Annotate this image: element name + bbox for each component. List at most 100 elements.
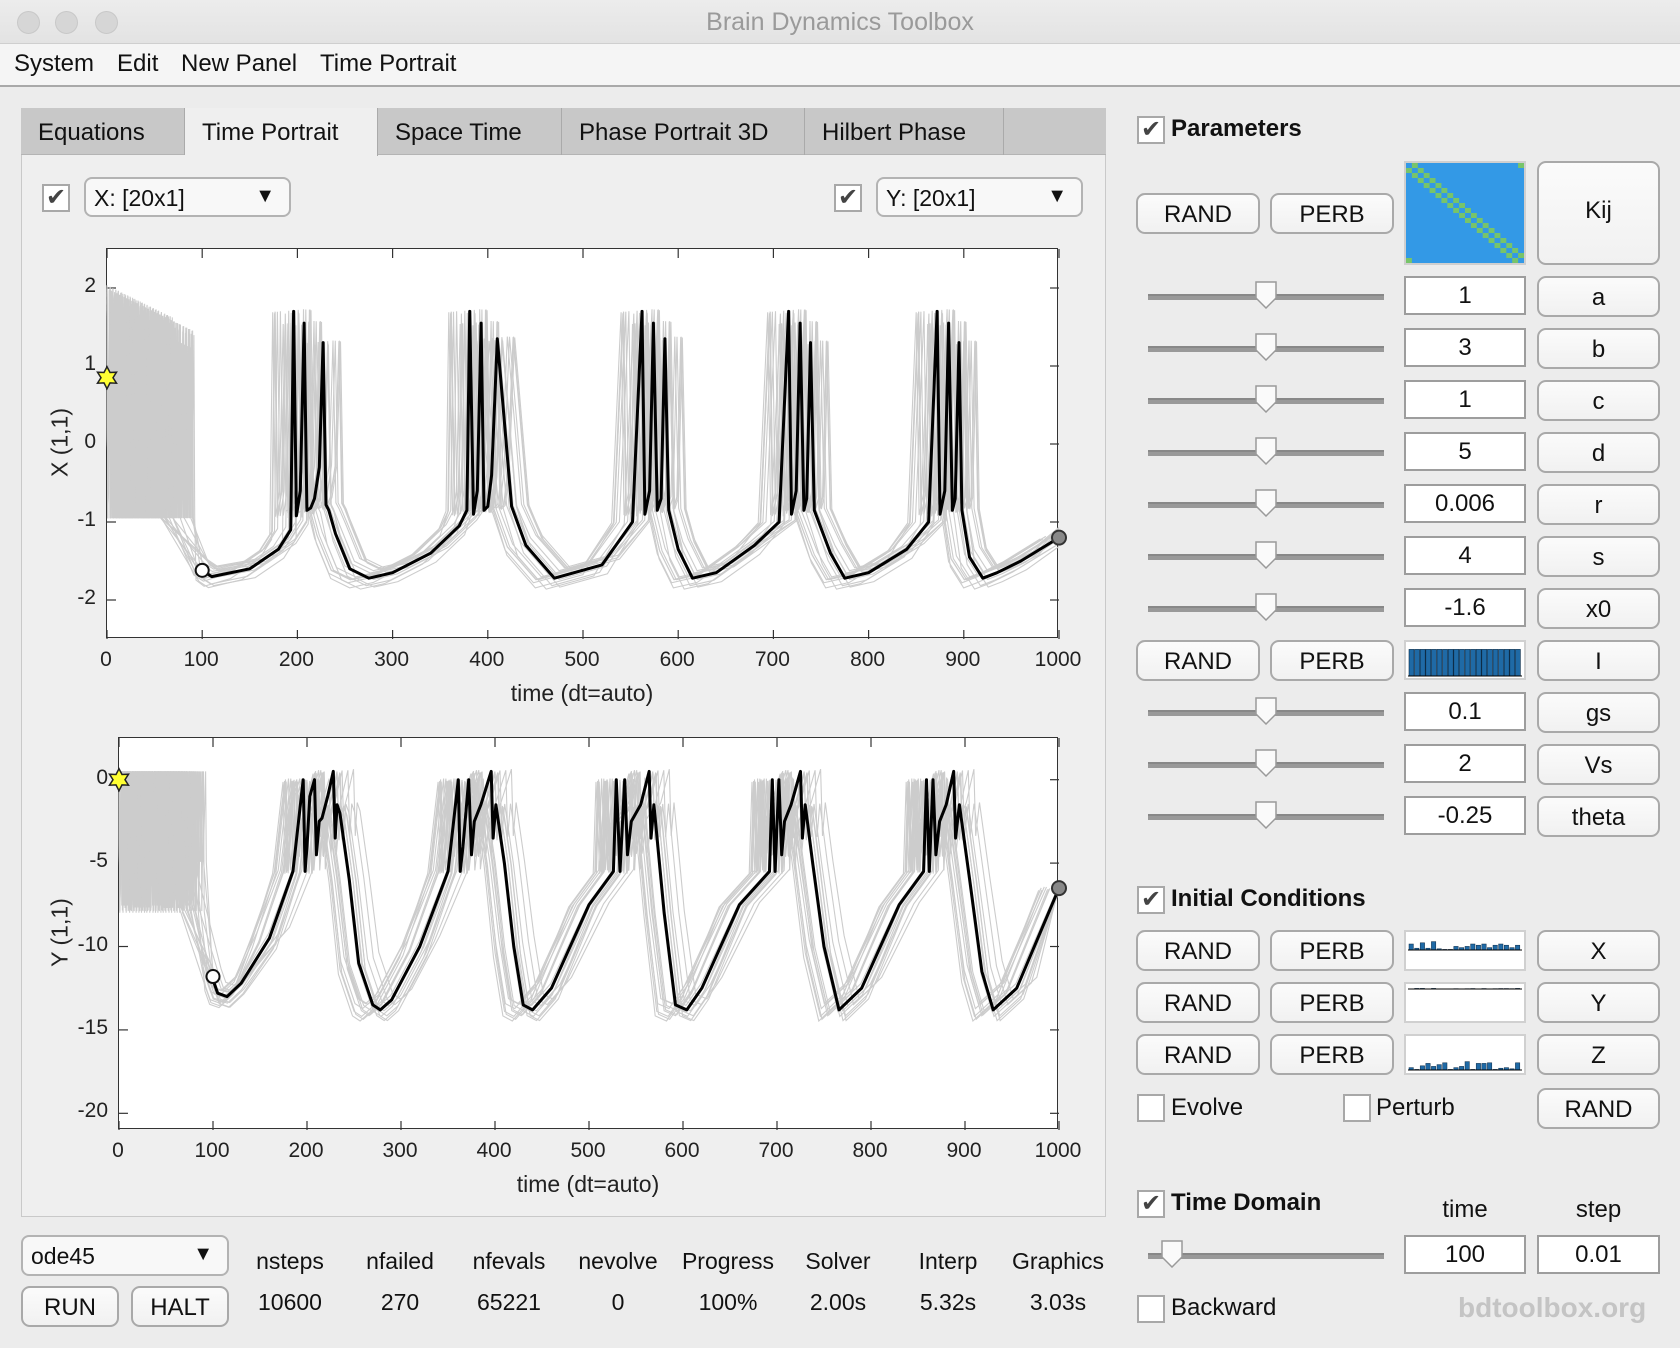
ensemble-traces <box>118 769 1060 1023</box>
initial-conditions-checkbox[interactable] <box>1137 885 1165 914</box>
solver-select[interactable]: ode45 ▼ <box>21 1235 229 1276</box>
kij-cell <box>1423 173 1430 178</box>
i-rand-button[interactable]: RAND <box>1136 640 1260 681</box>
slider-thumb[interactable] <box>1255 385 1277 414</box>
menu-new-panel[interactable]: New Panel <box>181 50 297 78</box>
kij-button[interactable]: Kij <box>1537 161 1660 265</box>
slider-thumb[interactable] <box>1255 697 1277 726</box>
kij-cell <box>1465 208 1471 213</box>
tab-time-portrait[interactable]: Time Portrait <box>185 108 378 156</box>
param-button-b[interactable]: b <box>1537 328 1660 369</box>
param-button-I[interactable]: I <box>1537 640 1660 681</box>
slider-thumb[interactable] <box>1160 1240 1183 1269</box>
param-button-d[interactable]: d <box>1537 432 1660 473</box>
step-field[interactable]: 0.01 <box>1537 1235 1660 1274</box>
slider-a[interactable] <box>1148 276 1384 316</box>
ic-preview-X[interactable] <box>1404 930 1526 971</box>
param-field-Vs[interactable]: 2 <box>1404 744 1526 783</box>
menu-system[interactable]: System <box>14 50 94 78</box>
ic-rand-button-Z[interactable]: RAND <box>1136 1034 1260 1075</box>
perturb-checkbox[interactable] <box>1343 1094 1371 1122</box>
i-bar <box>1498 649 1504 677</box>
slider-gs[interactable] <box>1148 692 1384 732</box>
kij-matrix-preview[interactable] <box>1404 161 1526 265</box>
slider-thumb[interactable] <box>1255 489 1277 518</box>
slider-theta[interactable] <box>1148 796 1384 836</box>
x-plot-checkbox[interactable] <box>42 183 70 212</box>
ic-preview-Z[interactable] <box>1404 1034 1526 1075</box>
time-domain-checkbox[interactable] <box>1137 1189 1165 1218</box>
param-button-theta[interactable]: theta <box>1537 796 1660 837</box>
param-button-c[interactable]: c <box>1537 380 1660 421</box>
plot-area[interactable] <box>96 248 1067 639</box>
tab-hilbert-phase[interactable]: Hilbert Phase <box>805 108 1004 155</box>
backward-checkbox[interactable] <box>1137 1295 1165 1323</box>
slider-d[interactable] <box>1148 432 1384 472</box>
ic-rand-button-X[interactable]: RAND <box>1136 930 1260 971</box>
menu-edit[interactable]: Edit <box>117 50 158 78</box>
param-field-c[interactable]: 1 <box>1404 380 1526 419</box>
stat-value-interp: 5.32s <box>919 1289 977 1315</box>
y-variable-select[interactable]: Y: [20x1] ▼ <box>876 177 1083 217</box>
ic-perb-button-Z[interactable]: PERB <box>1270 1034 1394 1075</box>
slider-r[interactable] <box>1148 484 1384 524</box>
slider-Vs[interactable] <box>1148 744 1384 784</box>
param-field-d[interactable]: 5 <box>1404 432 1526 471</box>
slider-thumb[interactable] <box>1255 541 1277 570</box>
param-field-gs[interactable]: 0.1 <box>1404 692 1526 731</box>
slider-thumb[interactable] <box>1255 437 1277 466</box>
param-field-b[interactable]: 3 <box>1404 328 1526 367</box>
time-slider[interactable] <box>1148 1235 1384 1275</box>
param-field-s[interactable]: 4 <box>1404 536 1526 575</box>
kij-rand-button[interactable]: RAND <box>1136 193 1260 234</box>
ic-button-Z[interactable]: Z <box>1537 1034 1660 1075</box>
y-plot-checkbox[interactable] <box>834 183 862 212</box>
halt-button[interactable]: HALT <box>131 1286 229 1327</box>
ic-perb-button-X[interactable]: PERB <box>1270 930 1394 971</box>
slider-thumb[interactable] <box>1255 281 1277 310</box>
param-button-a[interactable]: a <box>1537 276 1660 317</box>
param-button-s[interactable]: s <box>1537 536 1660 577</box>
plot-area[interactable] <box>108 737 1067 1130</box>
slider-thumb[interactable] <box>1255 801 1277 830</box>
i-vector-preview[interactable] <box>1404 640 1526 680</box>
menu-time-portrait[interactable]: Time Portrait <box>320 50 456 78</box>
slider-thumb[interactable] <box>1255 333 1277 362</box>
x-variable-select[interactable]: X: [20x1] ▼ <box>84 177 291 217</box>
param-field-a[interactable]: 1 <box>1404 276 1526 315</box>
kij-cell <box>1488 228 1495 233</box>
slider-b[interactable] <box>1148 328 1384 368</box>
tab-phase-portrait-3d[interactable]: Phase Portrait 3D <box>562 108 805 155</box>
tab-equations[interactable]: Equations <box>21 108 185 155</box>
evolve-checkbox[interactable] <box>1137 1094 1165 1122</box>
ic-bar <box>1459 1066 1465 1071</box>
ic-button-Y[interactable]: Y <box>1537 982 1660 1023</box>
ic-rand-all-button[interactable]: RAND <box>1537 1088 1660 1129</box>
ic-perb-button-Y[interactable]: PERB <box>1270 982 1394 1023</box>
param-button-x0[interactable]: x0 <box>1537 588 1660 629</box>
i-perb-button[interactable]: PERB <box>1270 640 1394 681</box>
kij-cell <box>1441 188 1448 193</box>
param-field-x0[interactable]: -1.6 <box>1404 588 1526 627</box>
ic-preview-Y[interactable] <box>1404 982 1526 1023</box>
time-field[interactable]: 100 <box>1404 1235 1526 1274</box>
param-field-theta[interactable]: -0.25 <box>1404 796 1526 835</box>
slider-s[interactable] <box>1148 536 1384 576</box>
ic-button-X[interactable]: X <box>1537 930 1660 971</box>
slider-x0[interactable] <box>1148 588 1384 628</box>
param-button-Vs[interactable]: Vs <box>1537 744 1660 785</box>
param-button-gs[interactable]: gs <box>1537 692 1660 733</box>
param-button-r[interactable]: r <box>1537 484 1660 525</box>
slider-thumb[interactable] <box>1255 749 1277 778</box>
slider-track[interactable] <box>1148 1253 1384 1259</box>
kij-perb-button[interactable]: PERB <box>1270 193 1394 234</box>
slider-c[interactable] <box>1148 380 1384 420</box>
parameters-checkbox[interactable] <box>1137 115 1165 144</box>
tab-space-time[interactable]: Space Time <box>378 108 562 155</box>
run-button[interactable]: RUN <box>21 1286 119 1327</box>
kij-cell <box>1512 258 1519 263</box>
ic-rand-button-Y[interactable]: RAND <box>1136 982 1260 1023</box>
ic-bar-chart-Y <box>1408 988 1522 990</box>
param-field-r[interactable]: 0.006 <box>1404 484 1526 523</box>
slider-thumb[interactable] <box>1255 593 1277 622</box>
